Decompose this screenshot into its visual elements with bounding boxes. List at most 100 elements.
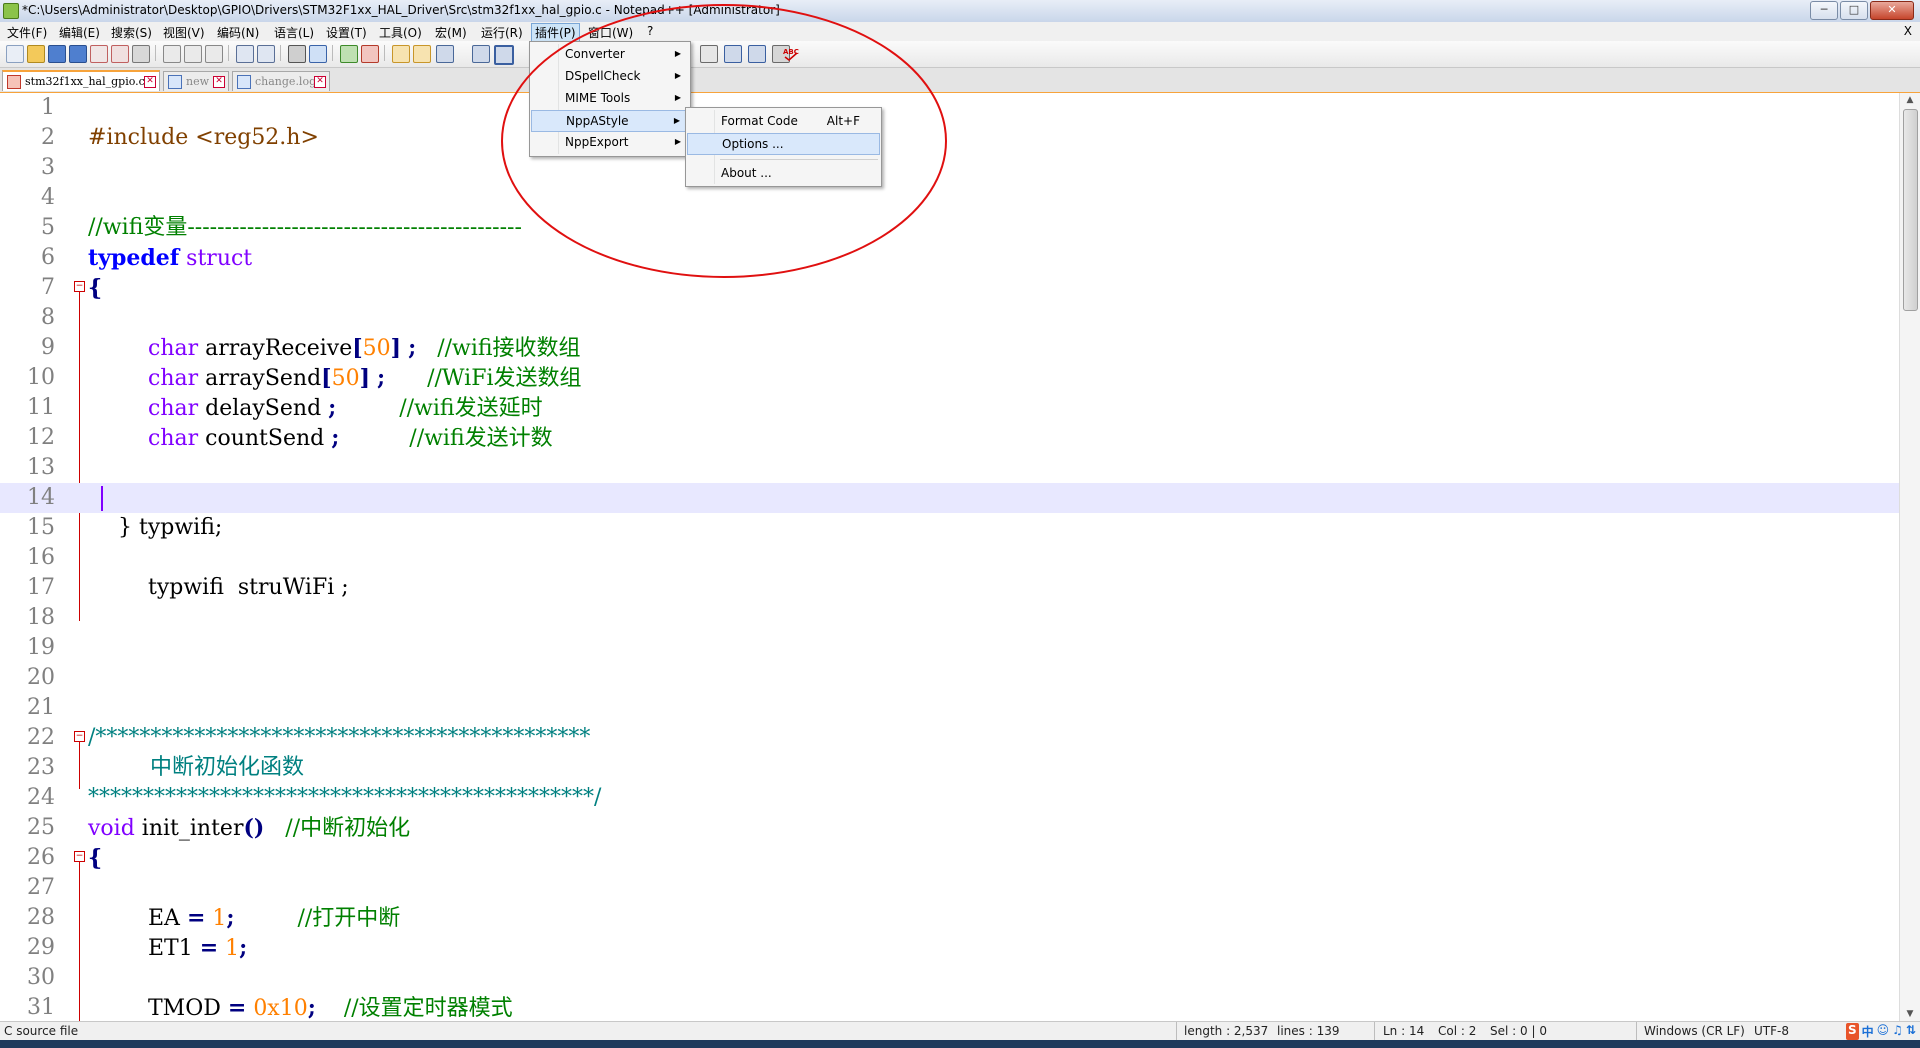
toolbar-separator	[280, 45, 281, 61]
close-all-icon[interactable]	[111, 45, 129, 63]
status-selection: Sel : 0 | 0	[1490, 1024, 1547, 1038]
tab-new-1[interactable]: new 1 ✕	[163, 71, 229, 91]
notepadpp-app-icon[interactable]	[3, 3, 19, 19]
menu-run[interactable]: 运行(R)	[478, 24, 526, 41]
line-number: 20	[27, 665, 55, 690]
document-tabs: stm32f1xx_hal_gpio.c ✕ new 1 ✕ change.lo…	[0, 68, 1920, 94]
code-text: char arraySend[50] ; //WiFi发送数组	[148, 365, 582, 391]
toolbar-separator	[228, 45, 229, 61]
status-length: length : 2,537	[1184, 1024, 1269, 1038]
undo-icon[interactable]	[236, 45, 254, 63]
scroll-up-icon[interactable]: ▲	[1904, 95, 1916, 107]
comment: //wifi接收数组	[437, 336, 581, 361]
menu-edit[interactable]: 编辑(E)	[56, 24, 103, 41]
ime-emoji-icon[interactable]: ☺	[1877, 1023, 1890, 1040]
line-number: 5	[41, 215, 55, 240]
open-file-icon[interactable]	[27, 45, 45, 63]
close-document-icon[interactable]: X	[1904, 24, 1912, 38]
submenu-arrow-icon: ▶	[673, 116, 680, 125]
menu-item-nppexport[interactable]: NppExport ▶	[531, 132, 689, 154]
sync-horizontal-icon[interactable]	[413, 45, 431, 63]
ime-chinese-mode-icon[interactable]: 中	[1862, 1023, 1874, 1040]
submenu-arrow-icon: ▶	[674, 137, 681, 146]
show-all-chars-icon[interactable]	[472, 45, 490, 63]
menu-language[interactable]: 语言(L)	[271, 24, 317, 41]
macro-run-multiple-icon[interactable]	[748, 45, 766, 63]
redo-icon[interactable]	[257, 45, 275, 63]
vertical-scrollbar[interactable]: ▲ ▼	[1899, 93, 1920, 1023]
code-line: 9 char arrayReceive[50] ; //wifi接收数组	[0, 333, 1900, 363]
menu-tools[interactable]: 工具(O)	[376, 24, 425, 41]
macro-playback-icon[interactable]	[724, 45, 742, 63]
comment: //wifi发送计数	[409, 426, 553, 451]
menu-macro[interactable]: 宏(M)	[432, 24, 470, 41]
maximize-button[interactable]: □	[1840, 1, 1868, 20]
tab-change-log[interactable]: change.log ✕	[232, 71, 330, 91]
zoom-out-icon[interactable]	[361, 45, 379, 63]
code-line: 6 typedef struct	[0, 243, 1900, 273]
paste-icon[interactable]	[205, 45, 223, 63]
menu-item-mime-tools[interactable]: MIME Tools ▶	[531, 88, 689, 110]
scrollbar-thumb[interactable]	[1903, 109, 1918, 311]
new-file-icon[interactable]	[6, 45, 24, 63]
minimize-button[interactable]: ─	[1810, 1, 1838, 20]
find-icon[interactable]	[288, 45, 306, 63]
status-separator	[1636, 1022, 1637, 1040]
ime-toolbox-icon[interactable]: ⇅	[1906, 1023, 1916, 1040]
save-all-icon[interactable]	[69, 45, 87, 63]
menu-separator	[720, 159, 878, 160]
menu-file[interactable]: 文件(F)	[4, 24, 50, 41]
menu-item-nppastyle[interactable]: NppAStyle ▶	[531, 110, 689, 132]
close-file-icon[interactable]	[90, 45, 108, 63]
menu-item-format-code[interactable]: Format Code Alt+F	[687, 111, 880, 133]
code-line: 29 ET1 = 1;	[0, 933, 1900, 963]
code-text: EA = 1; //打开中断	[148, 905, 401, 931]
cut-icon[interactable]	[163, 45, 181, 63]
line-number: 6	[41, 245, 55, 270]
menu-window[interactable]: 窗口(W)	[585, 24, 636, 41]
menu-item-converter[interactable]: Converter ▶	[531, 44, 689, 66]
zoom-in-icon[interactable]	[340, 45, 358, 63]
indent-guide-icon[interactable]	[494, 45, 514, 65]
brace: {	[88, 275, 103, 301]
word-wrap-icon[interactable]	[436, 45, 454, 63]
copy-icon[interactable]	[184, 45, 202, 63]
code-line: 7−{	[0, 273, 1900, 303]
line-number: 2	[41, 125, 55, 150]
replace-icon[interactable]	[309, 45, 327, 63]
menu-item-options[interactable]: Options ...	[687, 133, 880, 155]
ime-voice-icon[interactable]: ♫	[1892, 1023, 1903, 1040]
line-number: 10	[27, 365, 55, 390]
menu-view[interactable]: 视图(V)	[160, 24, 208, 41]
line-number: 9	[41, 335, 55, 360]
menu-settings[interactable]: 设置(T)	[323, 24, 370, 41]
code-line: 31 TMOD = 0x10; //设置定时器模式	[0, 993, 1900, 1023]
close-tab-icon[interactable]: ✕	[213, 76, 225, 88]
print-icon[interactable]	[132, 45, 150, 63]
macro-stop-icon[interactable]	[700, 45, 718, 63]
keyword: typedef	[88, 245, 180, 271]
sync-vertical-icon[interactable]	[392, 45, 410, 63]
scroll-down-icon[interactable]: ▼	[1904, 1009, 1916, 1021]
menu-plugins[interactable]: 插件(P)	[531, 23, 580, 42]
tab-stm32f1xx-hal-gpio[interactable]: stm32f1xx_hal_gpio.c ✕	[2, 70, 160, 91]
status-separator	[1176, 1022, 1177, 1040]
close-tab-icon[interactable]: ✕	[144, 76, 156, 88]
menu-search[interactable]: 搜索(S)	[108, 24, 155, 41]
close-window-button[interactable]: ✕	[1870, 1, 1914, 20]
line-number: 19	[27, 635, 55, 660]
menu-item-label: Converter	[565, 47, 625, 61]
code-editor[interactable]: 1 2 #include <reg52.h> 3 4 5 //wifi变量-----…	[0, 93, 1900, 1023]
type-keyword: char	[148, 396, 199, 421]
menu-help[interactable]: ?	[644, 24, 656, 38]
menu-encoding[interactable]: 编码(N)	[214, 24, 262, 41]
code-text: char delaySend ; //wifi发送延时	[148, 395, 543, 421]
menu-item-dspellcheck[interactable]: DSpellCheck ▶	[531, 66, 689, 88]
save-icon[interactable]	[48, 45, 66, 63]
spellcheck-icon[interactable]: ABC	[783, 45, 799, 61]
comment: //中断初始化	[285, 816, 411, 841]
menu-item-label: NppAStyle	[566, 114, 629, 128]
sogou-ime-icon[interactable]: S	[1845, 1023, 1859, 1040]
menu-item-about[interactable]: About ...	[687, 163, 880, 185]
close-tab-icon[interactable]: ✕	[314, 76, 326, 88]
